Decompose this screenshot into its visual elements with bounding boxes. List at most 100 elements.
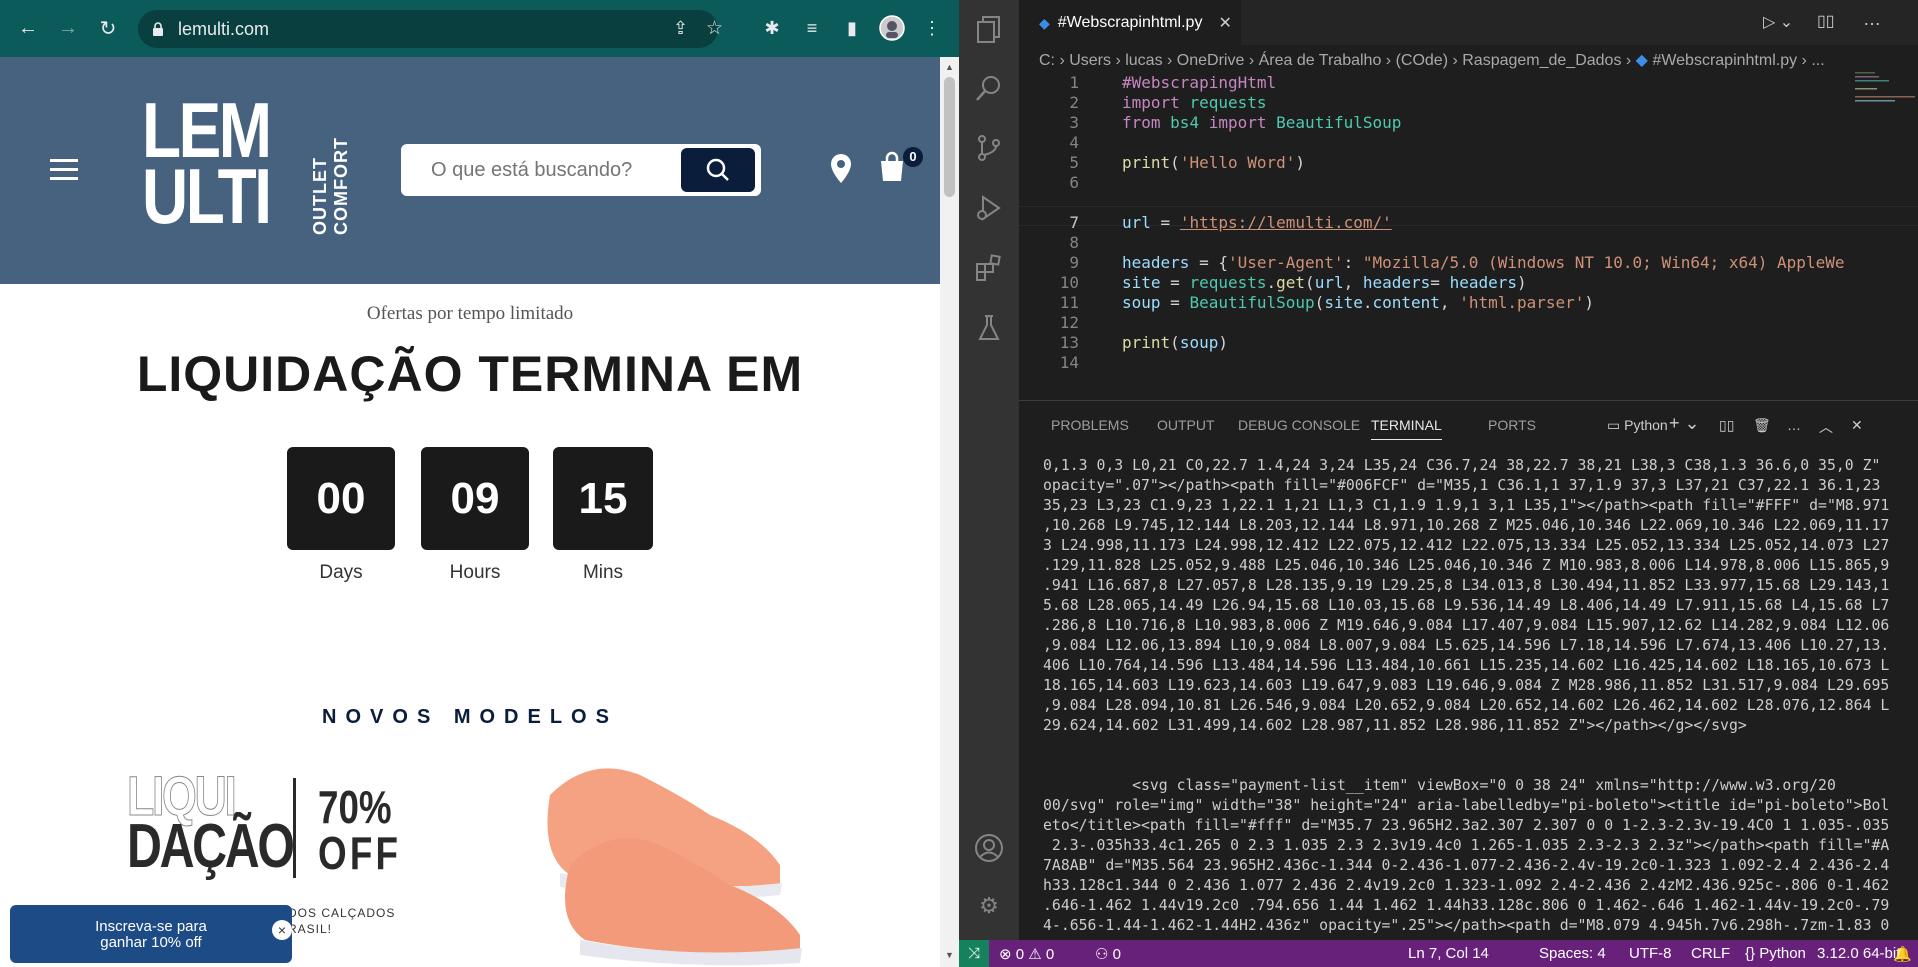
close-panel-icon[interactable]: ✕ (1851, 417, 1863, 434)
sidepanel-icon[interactable]: ▮ (838, 14, 866, 42)
panel-tabs: PROBLEMS OUTPUT DEBUG CONSOLE TERMINAL P… (1019, 400, 1918, 448)
logo-tagline: OUTLET COMFORT (310, 137, 351, 235)
scroll-down-icon[interactable]: ▼ (945, 950, 954, 960)
tab-ports[interactable]: PORTS (1488, 417, 1536, 433)
new-terminal-icon[interactable]: + ⌄ (1669, 413, 1700, 434)
testing-icon[interactable] (973, 312, 1005, 344)
bell-icon[interactable]: 🔔 (1893, 945, 1912, 963)
extensions-icon[interactable]: ✱ (758, 14, 786, 42)
media-icon[interactable]: ≡ (798, 14, 826, 42)
countdown-hours-label: Hours (449, 562, 501, 583)
code-line-5: print('Hello Word') (1122, 153, 1306, 172)
more-actions-icon[interactable]: … (1863, 9, 1881, 30)
gear-icon[interactable]: ⚙ (973, 890, 1005, 922)
star-icon[interactable]: ☆ (706, 17, 723, 40)
editor-tabs: ◆ #Webscrapinhtml.py ✕ ▷ ⌄ ▯▯ … (1019, 0, 1918, 45)
menu-icon[interactable]: ⋮ (918, 14, 946, 42)
scroll-up-icon[interactable]: ▲ (945, 62, 954, 72)
encoding[interactable]: UTF-8 (1629, 945, 1672, 962)
promo-sub1: DOS CALÇADOS (288, 906, 396, 920)
offers-text: Ofertas por tempo limitado (366, 303, 574, 324)
cart-count-badge: 0 (903, 147, 923, 167)
activity-bar: ⚙ (959, 0, 1019, 940)
terminal-output[interactable]: 0,1.3 0,3 L0,21 C0,22.7 1.4,24 3,24 L35,… (1043, 456, 1903, 936)
run-debug-icon[interactable] (973, 192, 1005, 224)
hamburger-icon[interactable] (50, 159, 78, 186)
split-terminal-icon[interactable]: ▯▯ (1719, 417, 1734, 434)
reload-icon[interactable]: ↻ (94, 14, 122, 42)
close-tab-icon[interactable]: ✕ (1218, 13, 1231, 33)
indentation[interactable]: Spaces: 4 (1539, 945, 1606, 962)
trash-icon[interactable]: 🗑 (1753, 417, 1771, 434)
interpreter[interactable]: 3.12.0 64-bit (1817, 945, 1900, 962)
tab-title: #Webscrapinhtml.py (1057, 14, 1203, 31)
minimap[interactable] (1855, 70, 1915, 110)
sneakers-image[interactable] (530, 755, 820, 967)
countdown-mins-label: Mins (582, 562, 624, 583)
breadcrumb: C: › Users › lucas › OneDrive › Área de … (1039, 52, 1825, 69)
code-line-9: headers = {'User-Agent': "Mozilla/5.0 (W… (1122, 253, 1845, 272)
cursor-position[interactable]: Ln 7, Col 14 (1408, 945, 1489, 962)
cart-icon[interactable]: 0 (877, 147, 923, 188)
close-icon[interactable]: × (272, 920, 292, 940)
language-mode[interactable]: {} Python (1745, 945, 1806, 962)
promo-off: OFF (318, 827, 402, 879)
terminal-profile[interactable]: ▭ Python (1607, 417, 1668, 434)
code-line-13: print(soup) (1122, 333, 1228, 352)
logo[interactable]: LEM ULTI OUTLET COMFORT (142, 86, 351, 247)
search-icon[interactable] (973, 72, 1005, 104)
newsletter-line2: ganhar 10% off (100, 934, 202, 951)
maximize-panel-icon[interactable]: ︿ (1819, 417, 1833, 437)
tab-output[interactable]: OUTPUT (1157, 417, 1215, 433)
countdown-mins: 15 (553, 447, 653, 550)
code-line-11: soup = BeautifulSoup(site.content, 'html… (1122, 293, 1595, 312)
ports-status[interactable]: ⚇ 0 (1095, 945, 1121, 963)
search-button[interactable] (681, 148, 755, 192)
code-line-2: import requests (1122, 93, 1267, 112)
sale-title: LIQUIDAÇÃO TERMINA EM (136, 346, 804, 402)
search-icon (706, 158, 729, 181)
explorer-icon[interactable] (973, 14, 1005, 46)
code-line-7: url = 'https://lemulti.com/' (1122, 213, 1392, 232)
back-icon[interactable]: ← (14, 14, 42, 42)
search-input[interactable] (431, 156, 661, 184)
countdown-days: 00 (287, 447, 395, 550)
tab-problems[interactable]: PROBLEMS (1051, 417, 1129, 433)
promo-word2: DAÇÃO (127, 812, 295, 881)
forward-icon[interactable]: → (54, 14, 82, 42)
terminal-icon: ▭ (1607, 417, 1621, 433)
address-bar[interactable]: lemulti.com ⇪ ☆ (138, 10, 723, 48)
status-bar: ⤨ ⊗ 0 ⚠ 0 ⚇ 0 Ln 7, Col 14 Spaces: 4 UTF… (959, 940, 1918, 967)
extensions-icon[interactable] (973, 252, 1005, 284)
tab-webscrapinhtml[interactable]: ◆ #Webscrapinhtml.py ✕ (1019, 0, 1241, 45)
code-line-10: site = requests.get(url, headers= header… (1122, 273, 1527, 292)
browser-window: ← → ↻ lemulti.com ⇪ ☆ ✱ ≡ ▮ ⋮ LEM ULTI OU… (0, 0, 959, 967)
browser-toolbar: ← → ↻ lemulti.com ⇪ ☆ ✱ ≡ ▮ ⋮ (0, 0, 959, 57)
newsletter-popup[interactable]: Inscreva-se para ganhar 10% off × (10, 905, 292, 963)
code-editor[interactable]: 1 2 3 4 5 6 7 8 9 10 11 12 13 14 #Webscr… (1019, 70, 1918, 400)
share-icon[interactable]: ⇪ (673, 18, 688, 39)
tab-terminal[interactable]: TERMINAL (1371, 417, 1442, 440)
scroll-thumb[interactable] (944, 77, 955, 197)
run-icon[interactable]: ▷ ⌄ (1763, 12, 1793, 32)
newsletter-line1: Inscreva-se para (95, 918, 207, 935)
python-file-icon: ◆ (1039, 14, 1050, 31)
tab-debug-console[interactable]: DEBUG CONSOLE (1238, 417, 1360, 433)
location-icon[interactable] (830, 154, 852, 189)
promo-sub2: RASIL! (288, 922, 333, 936)
url-text: lemulti.com (178, 18, 270, 39)
promo-banner[interactable]: LIQUI DAÇÃO 70% OFF DOS CALÇADOS RASIL! (125, 767, 415, 936)
page-scrollbar[interactable]: ▲ ▼ (940, 57, 959, 967)
split-editor-icon[interactable]: ▯▯ (1817, 11, 1835, 31)
account-icon[interactable] (973, 832, 1005, 864)
more-icon[interactable]: … (1787, 417, 1801, 433)
logo-text: LEM ULTI (142, 86, 272, 240)
countdown-hours: 09 (421, 447, 529, 550)
search-box (401, 144, 761, 196)
eol[interactable]: CRLF (1691, 945, 1730, 962)
avatar[interactable] (878, 14, 906, 42)
problems-status[interactable]: ⊗ 0 ⚠ 0 (999, 945, 1054, 963)
site-header: LEMULTI OUTLET COMFORT 0 (0, 57, 940, 284)
source-control-icon[interactable] (973, 132, 1005, 164)
remote-icon[interactable]: ⤨ (959, 940, 989, 967)
